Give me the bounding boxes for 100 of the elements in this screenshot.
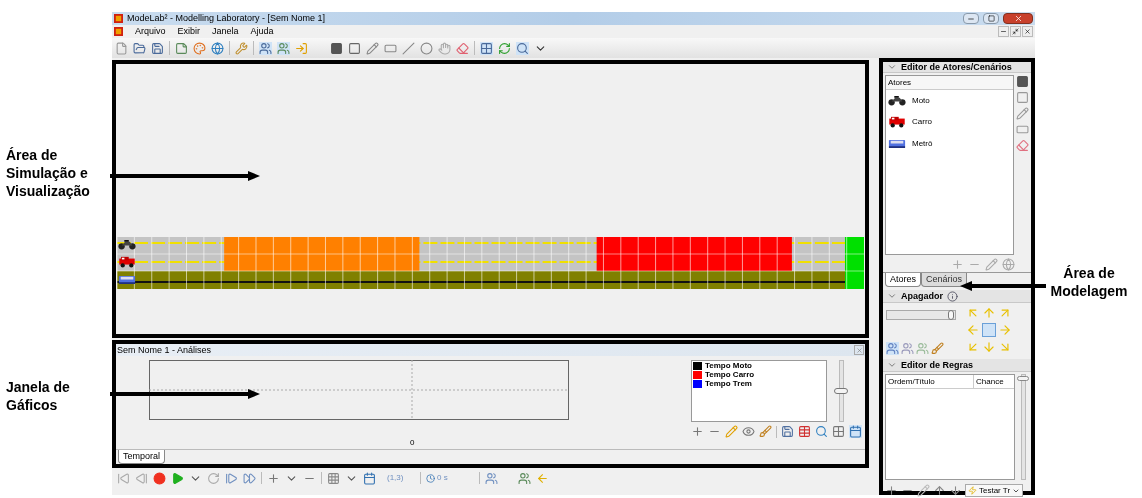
analysis-tab[interactable]: Temporal	[118, 450, 165, 464]
panel-title: Apagador	[901, 291, 943, 301]
minimize-button[interactable]	[963, 13, 979, 24]
pencil-icon[interactable]	[917, 484, 930, 497]
search-icon[interactable]	[516, 41, 529, 55]
record-icon[interactable]	[153, 471, 166, 485]
clock-icon	[426, 473, 435, 483]
rules-scrollbar[interactable]	[1017, 374, 1029, 480]
grid-icon[interactable]	[480, 41, 493, 55]
people-icon[interactable]	[277, 41, 290, 55]
lightning-icon	[968, 486, 977, 495]
collapse-icon[interactable]	[887, 291, 897, 301]
legend-label: Tempo Moto	[705, 361, 752, 370]
arrow-left-icon[interactable]	[536, 471, 549, 485]
close-icon	[855, 346, 863, 354]
people-icon[interactable]	[886, 342, 899, 355]
login-icon[interactable]	[295, 41, 308, 55]
step-forward-icon[interactable]	[225, 471, 238, 485]
save-icon[interactable]	[781, 425, 794, 438]
editor-tab[interactable]: Cenários	[921, 273, 968, 287]
loop-icon[interactable]	[207, 471, 220, 485]
wrench-icon[interactable]	[235, 41, 248, 55]
collapse-icon[interactable]	[887, 62, 897, 72]
restore-icon	[1012, 28, 1019, 35]
brush-icon[interactable]	[931, 342, 944, 355]
column-header: Chance	[975, 376, 1005, 388]
textbox-icon[interactable]	[1016, 123, 1029, 136]
legend-label: Tempo Trem	[705, 379, 752, 388]
slider-thumb[interactable]	[947, 310, 954, 320]
panel-title: Editor de Regras	[901, 360, 974, 370]
eraser-icon[interactable]	[456, 41, 469, 55]
move-up-icon[interactable]	[933, 484, 946, 497]
info-icon[interactable]	[947, 290, 958, 302]
brush-icon[interactable]	[759, 425, 772, 438]
globe-icon[interactable]	[211, 41, 224, 55]
refresh-icon[interactable]	[498, 41, 511, 55]
ellipse-icon[interactable]	[420, 41, 433, 55]
actor-item[interactable]: Moto	[886, 90, 1013, 111]
file-icon[interactable]	[115, 41, 128, 55]
rectangle-icon[interactable]	[348, 41, 361, 55]
people-icon[interactable]	[901, 342, 914, 355]
window-title: ModeLab² - Modelling Laboratory - [Sem Nome 1]	[127, 14, 326, 23]
hand-icon[interactable]	[438, 41, 451, 55]
menu-item[interactable]: Exibir	[177, 27, 201, 36]
skip-back-icon[interactable]	[117, 471, 130, 485]
calendar-icon[interactable]	[849, 425, 862, 438]
collapse-icon[interactable]	[887, 360, 897, 370]
menu-item[interactable]: Arquivo	[135, 27, 166, 36]
close-icon	[1013, 14, 1023, 23]
annotation-label: Área de Simulação e Visualização	[6, 146, 91, 200]
grid-icon[interactable]	[327, 471, 340, 485]
calendar-icon[interactable]	[363, 471, 376, 485]
column-header: Atores	[886, 76, 1013, 90]
filled-rectangle-icon[interactable]	[330, 41, 343, 55]
table-icon[interactable]	[798, 425, 811, 438]
filled-rectangle-icon[interactable]	[1016, 75, 1029, 88]
actor-name: Carro	[912, 118, 932, 126]
actor-item[interactable]: Metrô	[886, 133, 1013, 154]
actor-name: Moto	[912, 96, 930, 105]
step-back-icon[interactable]	[135, 471, 148, 485]
position-readout: (1,3)	[387, 474, 405, 482]
slider-thumb[interactable]	[834, 388, 848, 394]
grid-icon[interactable]	[832, 425, 845, 438]
menu-item[interactable]: Janela	[212, 27, 239, 36]
editor-tab[interactable]: Atores	[885, 273, 921, 287]
move-down-icon[interactable]	[949, 484, 962, 497]
people-icon[interactable]	[259, 41, 272, 55]
eraser-icon[interactable]	[1016, 139, 1029, 152]
time-readout: 0 s	[437, 474, 448, 482]
eye-icon[interactable]	[742, 425, 755, 438]
zoom-icon[interactable]	[815, 425, 828, 438]
people-icon[interactable]	[518, 471, 531, 485]
eraser-size-slider[interactable]	[886, 310, 956, 320]
test-rules-button[interactable]: Testar Tr	[965, 484, 1024, 497]
maximize-button[interactable]	[983, 13, 999, 24]
tram-icon	[118, 274, 136, 285]
panel-title: Editor de Atores/Cenários	[901, 62, 1012, 72]
palette-icon[interactable]	[193, 41, 206, 55]
fast-forward-icon[interactable]	[243, 471, 256, 485]
axis-tick-label: 0	[410, 439, 416, 447]
column-header: Ordem/Título	[886, 375, 974, 388]
mdi-restore-button[interactable]	[1010, 26, 1021, 37]
line-icon[interactable]	[402, 41, 415, 55]
add-icon[interactable]	[885, 484, 898, 497]
close-button[interactable]	[1003, 13, 1033, 24]
actor-name: Metrô	[912, 139, 933, 148]
tram-icon	[888, 138, 906, 149]
note-icon[interactable]	[175, 41, 188, 55]
globe-icon[interactable]	[1002, 258, 1015, 271]
folder-icon[interactable]	[133, 41, 146, 55]
actor-item[interactable]: Carro	[886, 111, 1013, 133]
minimize-icon	[1000, 28, 1007, 35]
people-icon[interactable]	[485, 471, 498, 485]
menu-item[interactable]: Ajuda	[250, 27, 274, 36]
mdi-minimize-button[interactable]	[998, 26, 1009, 37]
play-icon[interactable]	[171, 471, 184, 485]
mdi-close-button[interactable]	[1022, 26, 1033, 37]
save-icon[interactable]	[151, 41, 164, 55]
motorcycle-icon	[118, 239, 136, 250]
center-square[interactable]	[982, 323, 996, 337]
